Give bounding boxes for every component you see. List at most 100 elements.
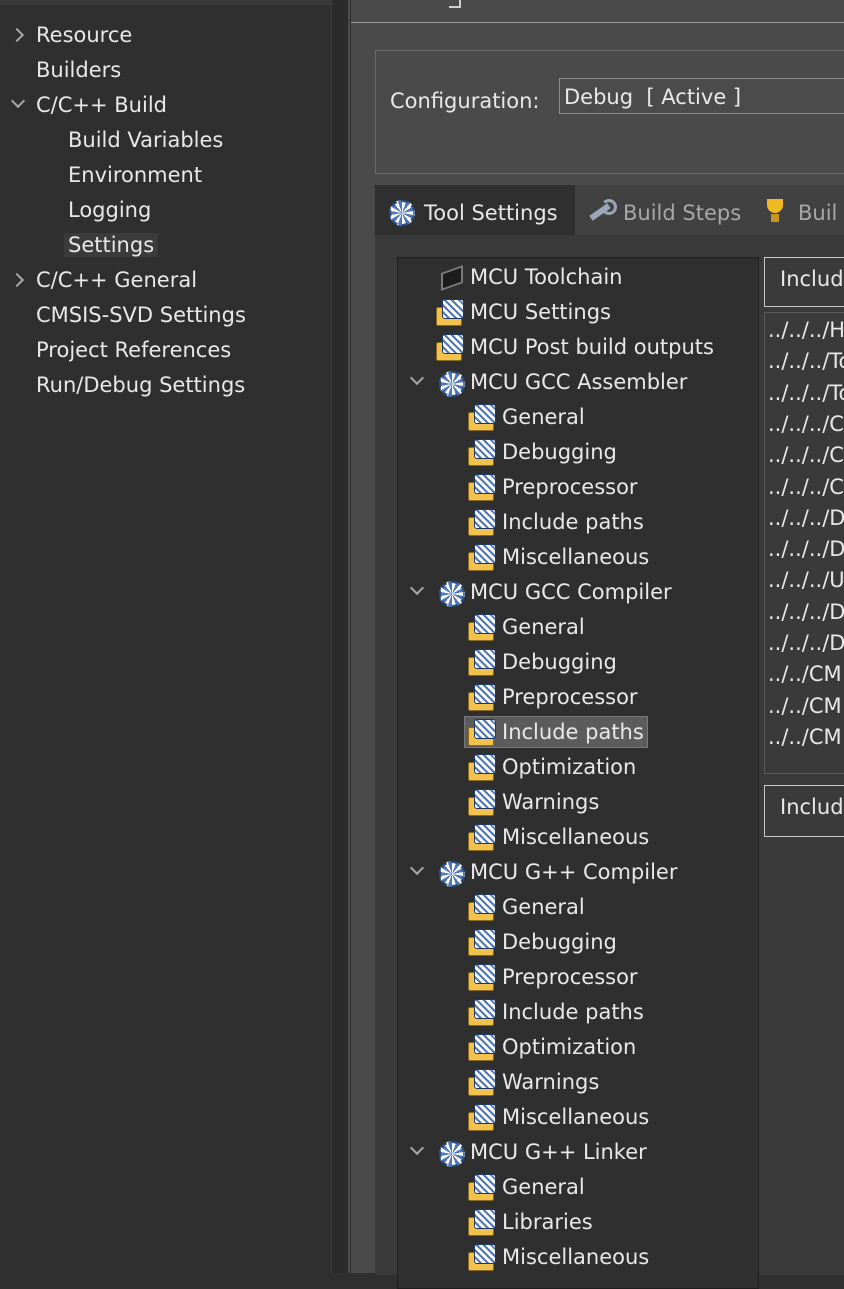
folder-icon <box>468 963 498 991</box>
include-path-item[interactable]: ../../CM <box>768 659 842 690</box>
tree-item[interactable]: Debugging <box>398 926 756 958</box>
tree-item-label: Include paths <box>502 510 644 534</box>
tree-item[interactable]: MCU Settings <box>398 296 756 328</box>
chevron-down-icon[interactable] <box>409 366 423 398</box>
tree-item[interactable]: Libraries <box>398 1206 756 1238</box>
tree-item[interactable]: Miscellaneous <box>398 1101 756 1133</box>
nav-item-run-debug-settings[interactable]: Run/Debug Settings <box>36 369 245 401</box>
tab-tool-settings[interactable]: Tool Settings <box>375 185 575 235</box>
tree-item-label: General <box>502 895 585 919</box>
tree-item-label: Miscellaneous <box>502 1105 650 1129</box>
tree-item[interactable]: MCU GCC Assembler <box>398 366 756 398</box>
tab-label: Build Steps <box>623 201 742 225</box>
nav-item-settings[interactable]: Settings <box>64 229 159 261</box>
nav-item-build-variables[interactable]: Build Variables <box>68 124 223 156</box>
nav-item-cmsis-svd-settings[interactable]: CMSIS-SVD Settings <box>36 299 246 331</box>
chevron-right-icon[interactable] <box>10 264 24 296</box>
tree-item[interactable]: Preprocessor <box>398 681 756 713</box>
nav-item-label: C/C++ General <box>36 268 198 292</box>
folder-icon <box>468 1068 498 1096</box>
tree-item[interactable]: Miscellaneous <box>398 821 756 853</box>
tree-item[interactable]: Warnings <box>398 786 756 818</box>
gear-icon <box>436 1138 466 1167</box>
tree-item[interactable]: Include paths <box>398 996 756 1028</box>
nav-item-label: Project References <box>36 338 232 362</box>
tree-item[interactable]: General <box>398 401 756 433</box>
tree-item[interactable]: MCU Post build outputs <box>398 331 756 363</box>
include-path-item[interactable]: ../../../H <box>768 315 844 346</box>
tree-item-label: General <box>502 1175 585 1199</box>
splitter-line <box>348 0 350 1273</box>
include-path-item[interactable]: ../../CM <box>768 722 842 753</box>
folder-icon <box>468 928 498 956</box>
tree-item[interactable]: Optimization <box>398 1031 756 1063</box>
pane-splitter[interactable] <box>332 0 350 1273</box>
gear-icon <box>386 197 415 226</box>
nav-item-environment[interactable]: Environment <box>68 159 202 191</box>
chevron-down-icon[interactable] <box>409 856 423 888</box>
tree-item-label: MCU Toolchain <box>470 265 623 289</box>
tree-item-label: Optimization <box>502 755 637 779</box>
include-paths-header: Includ <box>764 257 844 307</box>
tree-item[interactable]: Miscellaneous <box>398 541 756 573</box>
include-path-item[interactable]: ../../../Ut <box>768 565 844 596</box>
tree-item-label: Debugging <box>502 930 617 954</box>
nav-item-label: C/C++ Build <box>36 93 167 117</box>
tree-item[interactable]: Optimization <box>398 751 756 783</box>
include-path-item[interactable]: ../../CM <box>768 691 842 722</box>
tree-item-label: General <box>502 615 585 639</box>
folder-icon <box>468 613 498 641</box>
include-path-item[interactable]: ../../../Cl <box>768 472 844 503</box>
tree-item[interactable]: Preprocessor <box>398 471 756 503</box>
tree-item-label: Include paths <box>502 720 644 744</box>
nav-item-c-c-build[interactable]: C/C++ Build <box>36 89 167 121</box>
tree-item-label: Include paths <box>502 1000 644 1024</box>
include-path-item[interactable]: ../../../Dr <box>768 597 844 628</box>
nav-item-label: Build Variables <box>68 128 224 152</box>
configuration-select[interactable]: Debug [ Active ] <box>559 78 844 114</box>
tree-item[interactable]: MCU Toolchain <box>398 261 756 293</box>
chevron-down-icon[interactable] <box>10 89 24 121</box>
include-paths-list[interactable]: ../../../H ../../../To ../../../To ../../..… <box>764 312 844 774</box>
tree-item[interactable]: Include paths <box>398 716 756 748</box>
chevron-down-icon[interactable] <box>409 1136 423 1168</box>
include-path-item[interactable]: ../../../Cl <box>768 409 844 440</box>
nav-item-builders[interactable]: Builders <box>36 54 121 86</box>
tree-item[interactable]: General <box>398 1171 756 1203</box>
folder-icon <box>468 1243 498 1271</box>
tree-item-label: Miscellaneous <box>502 545 650 569</box>
chevron-right-icon[interactable] <box>10 19 24 51</box>
include-path-item[interactable]: ../../../Dr <box>768 628 844 659</box>
nav-item-resource[interactable]: Resource <box>36 19 132 51</box>
include-path-item[interactable]: ../../../To <box>768 346 844 377</box>
tree-item[interactable]: Debugging <box>398 436 756 468</box>
tree-item[interactable]: General <box>398 891 756 923</box>
tree-item[interactable]: MCU G++ Linker <box>398 1136 756 1168</box>
include-path-item[interactable]: ../../../Dr <box>768 534 844 565</box>
tree-item[interactable]: General <box>398 611 756 643</box>
tree-item[interactable]: MCU GCC Compiler <box>398 576 756 608</box>
folder-icon <box>468 403 498 431</box>
nav-item-logging[interactable]: Logging <box>68 194 151 226</box>
include-path-item[interactable]: ../../../To <box>768 378 844 409</box>
gear-icon <box>436 858 466 887</box>
tree-item-label: Warnings <box>502 790 600 814</box>
folder-icon <box>468 1103 498 1131</box>
tree-item[interactable]: Debugging <box>398 646 756 678</box>
include-path-item[interactable]: ../../../Cl <box>768 440 844 471</box>
nav-item-project-references[interactable]: Project References <box>36 334 231 366</box>
tree-item[interactable]: Include paths <box>398 506 756 538</box>
nav-item-c-c-general[interactable]: C/C++ General <box>36 264 197 296</box>
tree-item[interactable]: MCU G++ Compiler <box>398 856 756 888</box>
folder-icon <box>468 823 498 851</box>
include-path-item[interactable]: ../../../Dr <box>768 503 844 534</box>
tree-item-label: Preprocessor <box>502 685 638 709</box>
tree-item[interactable]: Miscellaneous <box>398 1241 756 1273</box>
nav-item-label: Settings <box>64 233 159 257</box>
gear-icon <box>436 578 466 607</box>
tab-build-artifact[interactable]: Buil <box>757 185 844 235</box>
tree-item[interactable]: Preprocessor <box>398 961 756 993</box>
tree-item[interactable]: Warnings <box>398 1066 756 1098</box>
tab-build-steps[interactable]: Build Steps <box>575 185 755 235</box>
chevron-down-icon[interactable] <box>409 576 423 608</box>
